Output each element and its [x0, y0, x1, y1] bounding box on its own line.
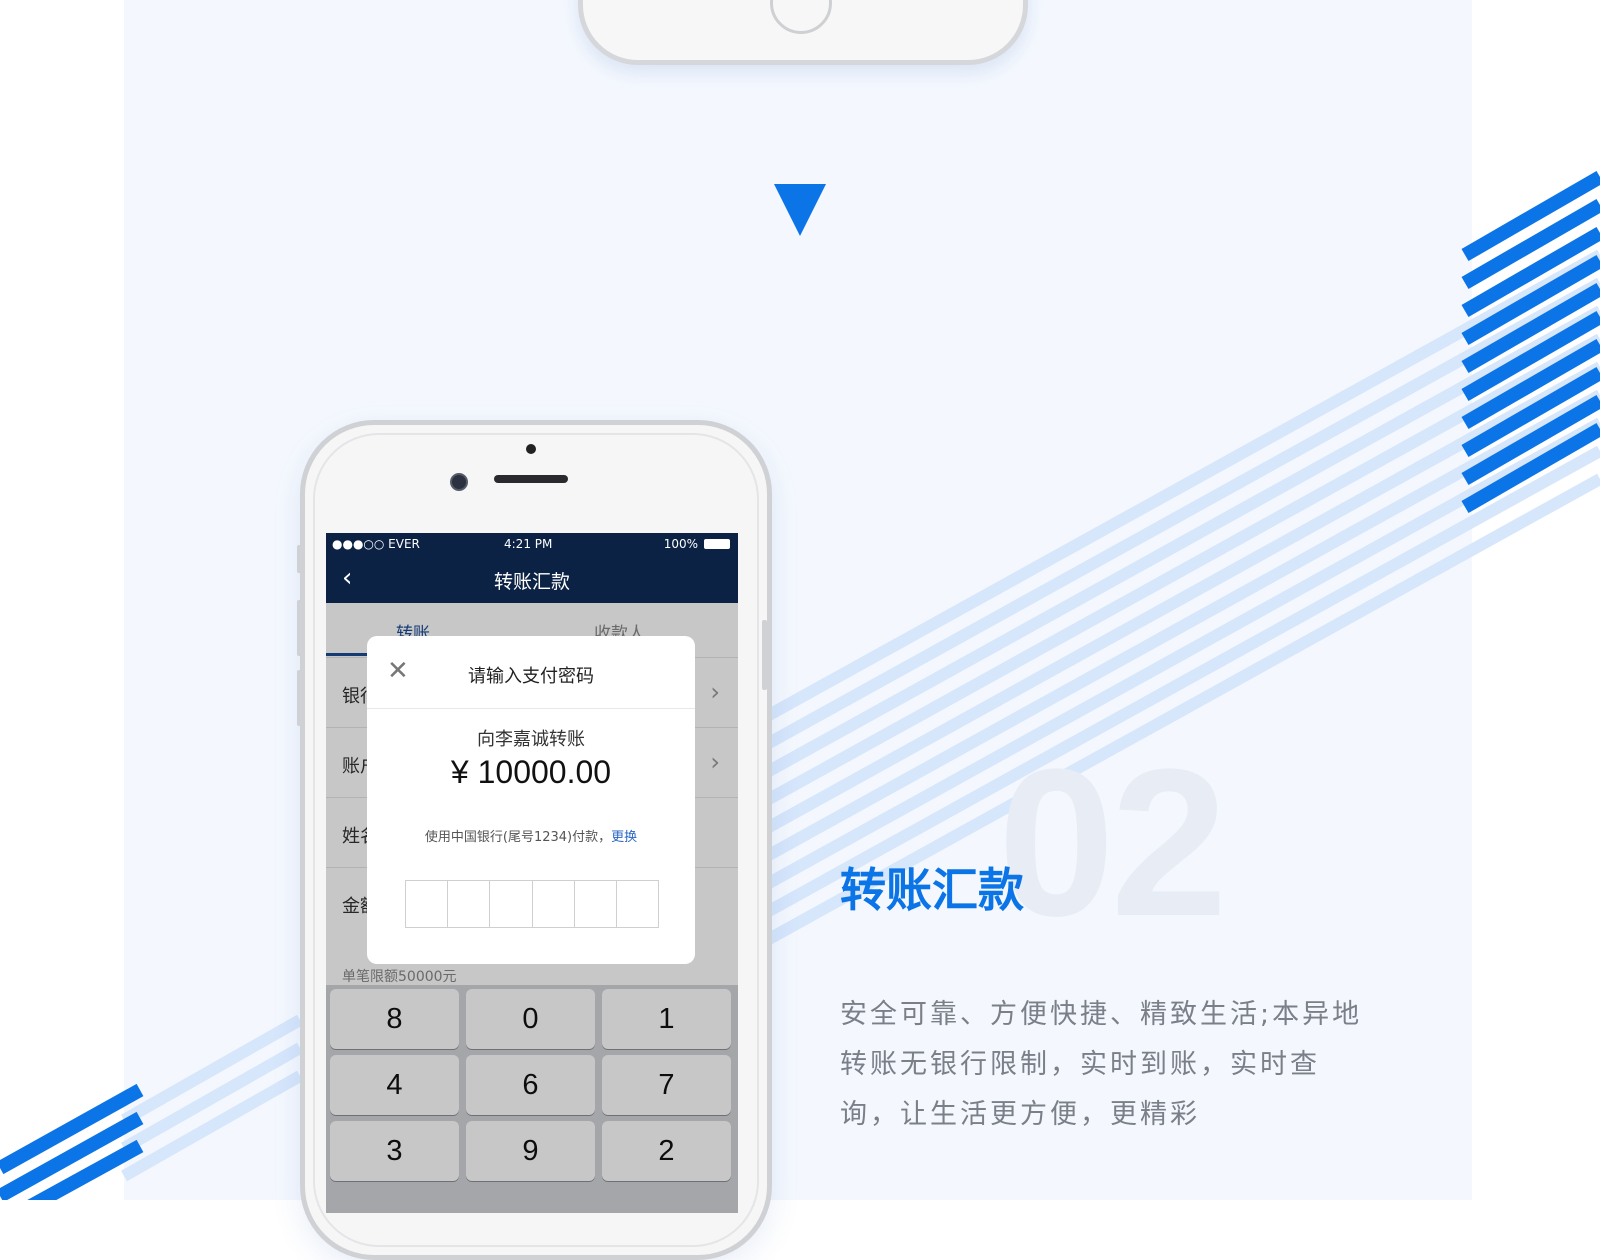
description-line: 询，让生活更方便，更精彩 — [840, 1099, 1200, 1130]
down-arrow-icon — [774, 184, 826, 236]
nav-title: 转账汇款 — [493, 571, 570, 593]
password-digit-box — [448, 881, 491, 927]
feature-description: 安全可靠、方便快捷、精致生活;本异地 转账无银行限制，实时到账，实时查 询，让生… — [840, 990, 1420, 1140]
dialog-title: 请输入支付密码 — [468, 666, 594, 687]
password-digit-box — [406, 881, 449, 927]
transfer-amount: ¥ 10000.00 — [450, 754, 612, 790]
password-digit-box — [575, 881, 617, 927]
proximity-sensor — [526, 444, 536, 454]
password-digit-box — [490, 881, 533, 927]
password-dialog: ✕ 请输入支付密码 向李嘉诚转账 ¥ 10000.00 使用中国银行(尾号123… — [367, 636, 695, 964]
password-digit-box — [617, 881, 658, 927]
phone-volume-down — [297, 670, 302, 726]
status-time: 4:21 PM — [504, 537, 553, 551]
feature-title: 转账汇款 — [840, 863, 1024, 917]
phone-volume-up — [297, 600, 302, 656]
password-input[interactable] — [405, 880, 659, 928]
change-payment-link[interactable]: 更换 — [611, 830, 637, 845]
battery-percent: 100% — [663, 537, 698, 551]
phone-mute-switch — [297, 545, 302, 573]
payment-method-text: 使用中国银行(尾号1234)付款， — [424, 830, 612, 845]
password-digit-box — [533, 881, 575, 927]
transfer-recipient: 向李嘉诚转账 — [477, 729, 585, 750]
feature-number: 02 — [998, 725, 1228, 960]
status-bar: ●●●○○ EVER 4:21 PM 100% — [326, 533, 738, 555]
description-line: 转账无银行限制，实时到账，实时查 — [840, 1049, 1320, 1080]
front-camera-icon — [450, 473, 468, 491]
payment-method: 使用中国银行(尾号1234)付款，更换 — [367, 826, 695, 845]
phone-power-button — [762, 620, 767, 690]
earpiece-speaker — [494, 475, 568, 483]
carrier-signal: ●●●○○ EVER — [332, 537, 420, 551]
dialog-divider — [367, 708, 695, 709]
description-line: 安全可靠、方便快捷、精致生活;本异地 — [840, 999, 1363, 1030]
nav-bar: ‹ 转账汇款 — [326, 555, 738, 603]
battery-icon — [704, 539, 730, 549]
